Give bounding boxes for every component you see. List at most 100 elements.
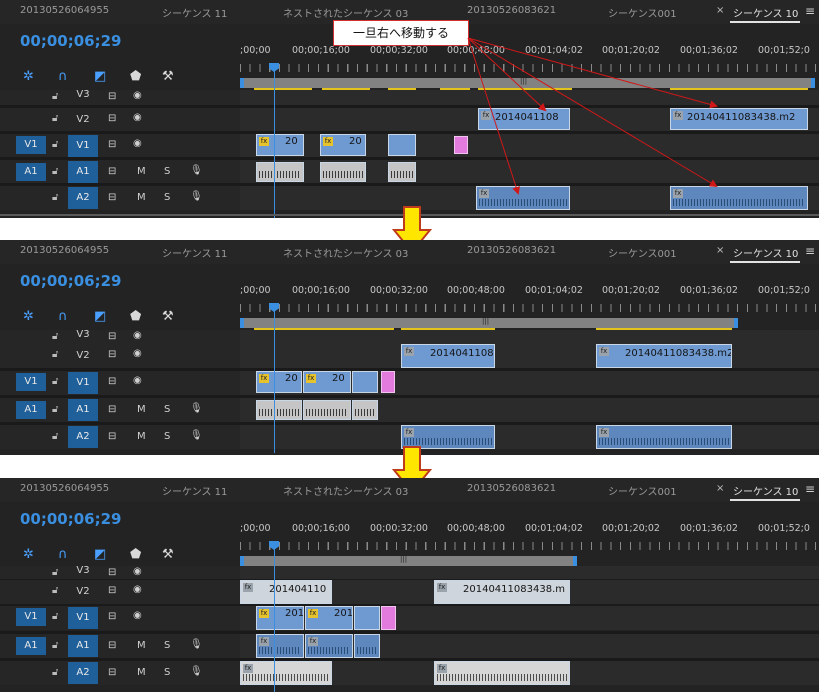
eye-icon[interactable]: ◉ <box>133 610 142 621</box>
snap-magnet-icon[interactable]: ∩ <box>58 547 68 562</box>
mute-button[interactable]: M <box>137 431 146 442</box>
track-name-a1[interactable]: A1 <box>68 399 98 421</box>
eye-icon[interactable]: ◉ <box>133 348 142 359</box>
clip-color-matte[interactable] <box>381 371 395 393</box>
sync-lock-icon[interactable]: ⊟ <box>108 640 116 651</box>
clip-20-b[interactable]: fx 20 <box>303 371 351 393</box>
track-name-v1[interactable]: V1 <box>68 607 98 629</box>
clip-video-small[interactable] <box>354 606 380 630</box>
mute-button[interactable]: M <box>137 667 146 678</box>
clip-2014041108[interactable]: fx 2014041108 <box>401 344 495 368</box>
lock-icon[interactable]: 🔓︎ <box>52 611 58 622</box>
solo-button[interactable]: S <box>164 667 170 678</box>
eye-icon[interactable]: ◉ <box>133 584 142 595</box>
source-patch-a1[interactable]: A1 <box>16 637 46 655</box>
lock-icon[interactable]: 🔓︎ <box>52 331 58 342</box>
mic-icon[interactable]: 🎙︎ <box>190 639 203 650</box>
lock-icon[interactable]: 🔓︎ <box>52 349 58 360</box>
tab-20130526064955[interactable]: 20130526064955 <box>20 245 109 256</box>
lock-icon[interactable]: 🔓︎ <box>52 667 58 678</box>
sync-lock-icon[interactable]: ⊟ <box>108 667 116 678</box>
eye-icon[interactable]: ◉ <box>133 566 142 577</box>
tab-20130526083621[interactable]: 20130526083621 <box>467 245 556 256</box>
clip-color-matte[interactable] <box>381 606 396 630</box>
lock-icon[interactable]: 🔓︎ <box>52 404 58 415</box>
eye-icon[interactable]: ◉ <box>133 330 142 341</box>
playhead-timecode[interactable]: 00;00;06;29 <box>20 272 122 290</box>
tab-close-icon[interactable]: × <box>716 245 724 256</box>
timeline-scrollbar[interactable]: ||| <box>240 555 576 566</box>
tab-nested-sequence[interactable]: ネストされたシーケンス 03 <box>283 245 408 260</box>
panel-menu-icon[interactable]: ≡ <box>805 482 815 496</box>
tab-20130526083621[interactable]: 20130526083621 <box>467 483 556 494</box>
lock-icon[interactable]: 🔓︎ <box>52 567 58 578</box>
mute-button[interactable]: M <box>137 640 146 651</box>
clip-20140411083438-m2[interactable]: fx 20140411083438.m2 <box>596 344 732 368</box>
sync-lock-icon[interactable]: ⊟ <box>108 431 116 442</box>
tab-sequence-10[interactable]: シーケンス 10 <box>733 483 798 498</box>
lock-icon[interactable]: 🔓︎ <box>52 431 58 442</box>
solo-button[interactable]: S <box>164 431 170 442</box>
scroll-start-handle[interactable] <box>240 556 244 566</box>
audio-clip[interactable] <box>303 400 351 420</box>
audio-clip-a2[interactable]: fx <box>240 661 332 685</box>
track-name-v3[interactable]: V3 <box>68 563 98 579</box>
mic-icon[interactable]: 🎙︎ <box>190 430 203 441</box>
time-ruler[interactable]: ;00;00 00;00;16;00 00;00;32;00 00;00;48;… <box>240 276 819 318</box>
mute-button[interactable]: M <box>137 404 146 415</box>
sync-lock-icon[interactable]: ⊟ <box>108 404 116 415</box>
tab-20130526064955[interactable]: 20130526064955 <box>20 483 109 494</box>
clip-video-small[interactable] <box>352 371 378 393</box>
panel-menu-icon[interactable]: ≡ <box>805 244 815 258</box>
tab-sequence-11[interactable]: シーケンス 11 <box>162 245 227 260</box>
mic-icon[interactable]: 🎙︎ <box>190 403 203 414</box>
tab-nested-sequence[interactable]: ネストされたシーケンス 03 <box>283 483 408 498</box>
wrench-settings-icon[interactable]: ⚒ <box>162 309 174 324</box>
add-marker-icon[interactable]: ⬟ <box>130 547 141 562</box>
add-marker-icon[interactable]: ⬟ <box>130 309 141 324</box>
tab-sequence-10[interactable]: シーケンス 10 <box>733 245 798 260</box>
sync-lock-icon[interactable]: ⊟ <box>108 331 116 342</box>
time-ruler[interactable]: ;00;00 00;00;16;00 00;00;32;00 00;00;48;… <box>240 514 819 556</box>
solo-button[interactable]: S <box>164 640 170 651</box>
clip-201-b[interactable]: fx 201 <box>305 606 353 630</box>
audio-clip[interactable] <box>354 634 380 658</box>
audio-clip[interactable]: fx <box>305 634 353 658</box>
timeline-scrollbar[interactable]: ||| <box>240 317 738 328</box>
audio-clip-a2[interactable]: fx <box>434 661 570 685</box>
tab-sequence001[interactable]: シーケンス001 <box>608 483 677 498</box>
track-lane[interactable] <box>240 344 819 368</box>
mic-icon[interactable]: 🎙︎ <box>190 666 203 677</box>
sync-lock-icon[interactable]: ⊟ <box>108 611 116 622</box>
audio-clip-a2[interactable]: fx <box>596 425 732 449</box>
track-lane[interactable] <box>240 425 819 449</box>
sync-lock-icon[interactable]: ⊟ <box>108 349 116 360</box>
sync-lock-icon[interactable]: ⊟ <box>108 376 116 387</box>
sync-lock-icon[interactable]: ⊟ <box>108 567 116 578</box>
clip-20140411083438-m[interactable]: fx 20140411083438.m <box>434 580 570 604</box>
track-name-a1[interactable]: A1 <box>68 635 98 657</box>
lock-icon[interactable]: 🔓︎ <box>52 376 58 387</box>
scroll-end-handle[interactable] <box>734 318 738 328</box>
scroll-start-handle[interactable] <box>240 318 244 328</box>
scroll-end-handle[interactable] <box>573 556 577 566</box>
track-name-a2[interactable]: A2 <box>68 662 98 684</box>
lock-icon[interactable]: 🔓︎ <box>52 640 58 651</box>
eye-icon[interactable]: ◉ <box>133 375 142 386</box>
audio-clip[interactable] <box>256 400 302 420</box>
track-name-v3[interactable]: V3 <box>68 327 98 343</box>
solo-button[interactable]: S <box>164 404 170 415</box>
source-patch-v1[interactable]: V1 <box>16 608 46 626</box>
snap-magnet-icon[interactable]: ∩ <box>58 309 68 324</box>
linked-selection-icon[interactable]: ◩ <box>94 547 106 562</box>
tab-close-icon[interactable]: × <box>716 483 724 494</box>
nest-toggle-icon[interactable]: ✲ <box>23 547 34 562</box>
clip-201404110[interactable]: fx 201404110 <box>240 580 332 604</box>
tab-sequence001[interactable]: シーケンス001 <box>608 245 677 260</box>
source-patch-a1[interactable]: A1 <box>16 401 46 419</box>
clip-201-a[interactable]: fx 201 <box>256 606 304 630</box>
linked-selection-icon[interactable]: ◩ <box>94 309 106 324</box>
track-name-a2[interactable]: A2 <box>68 426 98 448</box>
playhead-timecode[interactable]: 00;00;06;29 <box>20 510 122 528</box>
lock-icon[interactable]: 🔓︎ <box>52 585 58 596</box>
